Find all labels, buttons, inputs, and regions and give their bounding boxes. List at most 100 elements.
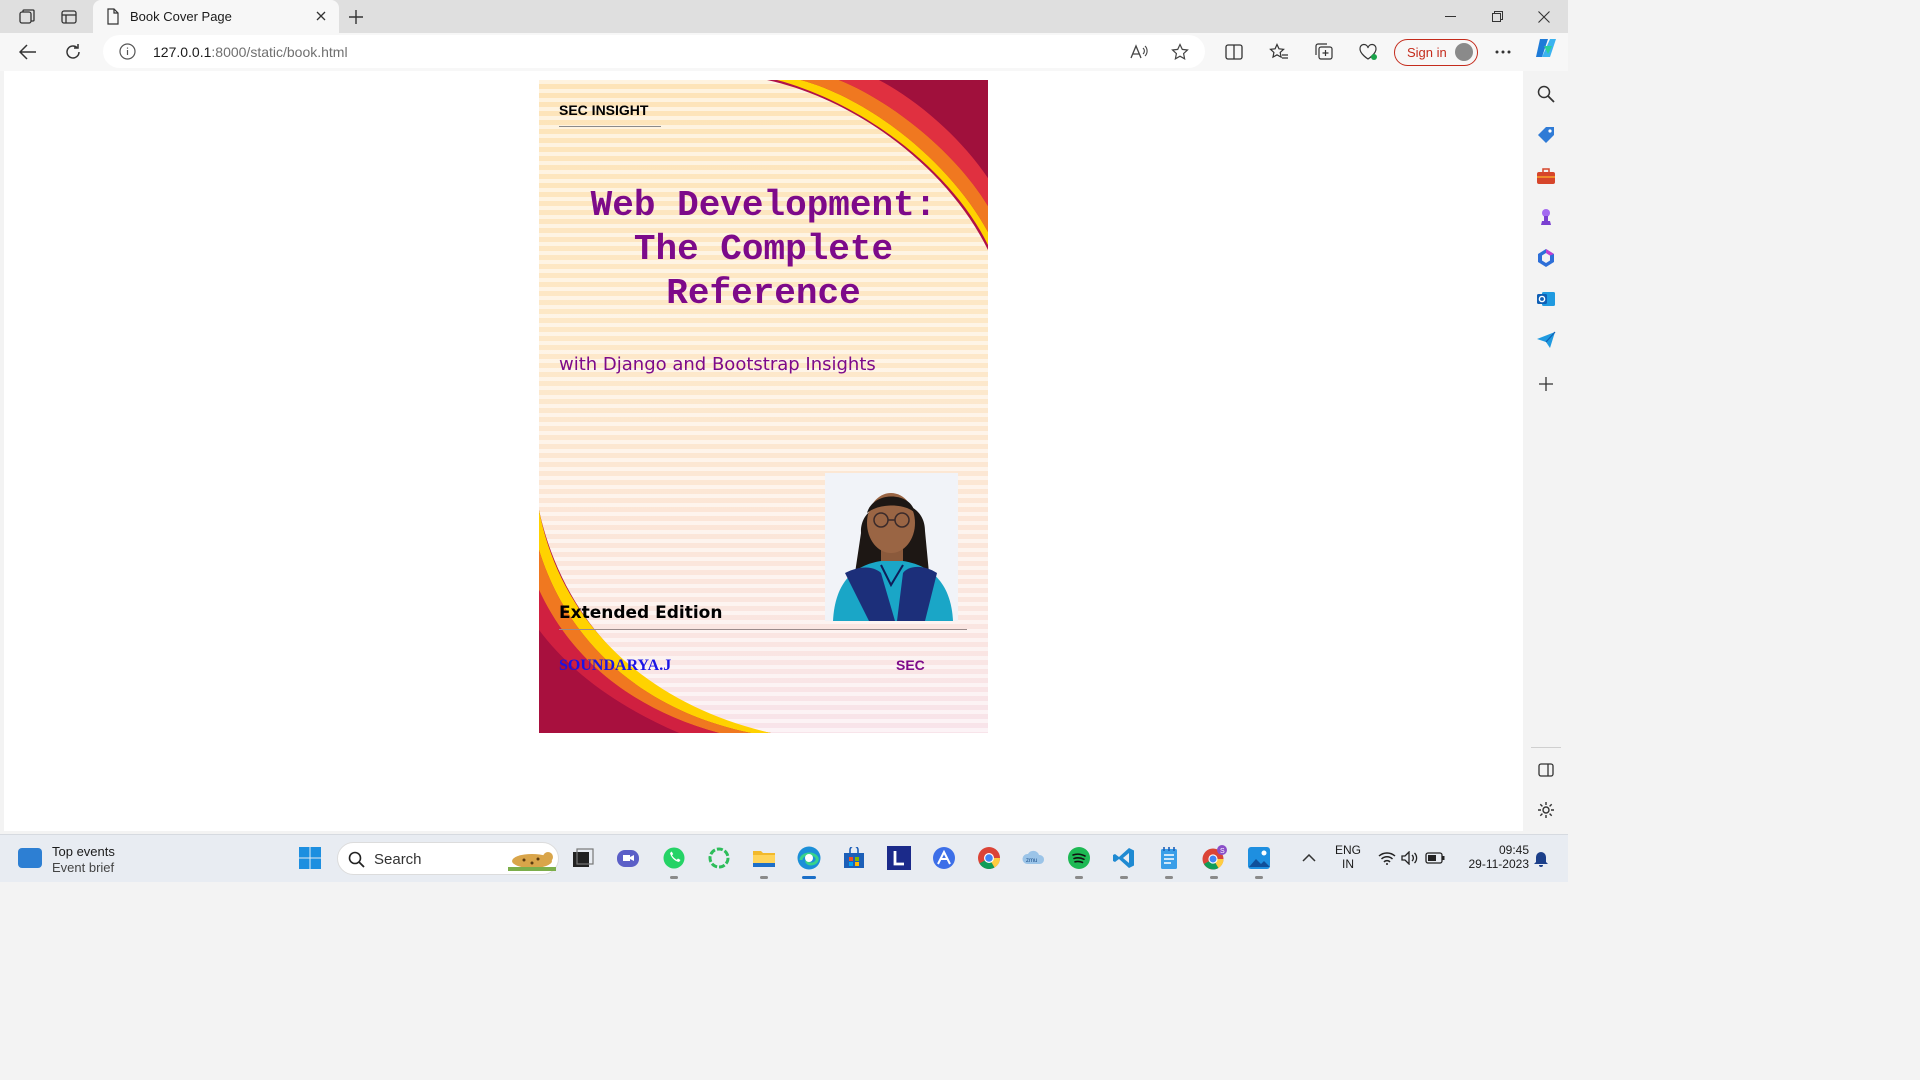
shopping-tag-icon[interactable] bbox=[1535, 124, 1557, 146]
running-indicator bbox=[1210, 876, 1218, 879]
chrome-icon[interactable] bbox=[976, 845, 1002, 871]
browser-essentials-icon[interactable] bbox=[1353, 38, 1383, 66]
url-text[interactable]: 127.0.0.1:8000/static/book.html bbox=[153, 44, 348, 60]
split-screen-icon[interactable] bbox=[1219, 38, 1249, 66]
windows-start-icon[interactable] bbox=[297, 845, 323, 871]
more-options-icon[interactable] bbox=[1488, 38, 1518, 66]
search-icon bbox=[348, 851, 365, 873]
publisher-underline bbox=[559, 126, 661, 127]
language-code: ENG bbox=[1334, 843, 1361, 857]
edition-divider bbox=[559, 629, 967, 630]
arc-app-icon[interactable] bbox=[931, 845, 957, 871]
widgets-icon bbox=[18, 848, 42, 868]
search-highlight-leopard-icon bbox=[508, 847, 556, 876]
url-host: 127.0.0.1 bbox=[153, 44, 212, 60]
tab-book-cover[interactable]: Book Cover Page bbox=[93, 0, 339, 33]
microsoft-365-icon[interactable] bbox=[1535, 247, 1557, 269]
news-widget-title: Top events bbox=[52, 844, 115, 859]
outlook-icon[interactable] bbox=[1535, 288, 1557, 310]
hide-sidebar-icon[interactable] bbox=[1535, 759, 1557, 781]
chrome-profile-icon[interactable]: S bbox=[1201, 845, 1227, 879]
book-title-line: Reference bbox=[666, 273, 861, 314]
news-widget[interactable]: Top events Event brief bbox=[18, 842, 158, 876]
show-hidden-icons-chevron-icon[interactable] bbox=[1296, 845, 1322, 871]
refresh-button[interactable] bbox=[58, 38, 88, 66]
minimize-button[interactable] bbox=[1427, 0, 1473, 33]
close-tab-icon[interactable] bbox=[311, 6, 331, 26]
tab-title: Book Cover Page bbox=[130, 9, 232, 24]
language-indicator[interactable]: ENG IN bbox=[1331, 843, 1365, 871]
collections-icon[interactable] bbox=[1309, 38, 1339, 66]
taskbar-search-box[interactable]: Search bbox=[337, 842, 559, 875]
microsoft-store-icon[interactable] bbox=[841, 845, 867, 871]
whatsapp-icon[interactable] bbox=[661, 845, 687, 879]
cover-swoosh-decoration bbox=[539, 80, 988, 733]
running-indicator bbox=[1075, 876, 1083, 879]
restore-button[interactable] bbox=[1474, 0, 1520, 33]
task-view-icon[interactable] bbox=[570, 845, 596, 871]
site-info-icon[interactable] bbox=[119, 43, 136, 65]
address-bar[interactable]: 127.0.0.1:8000/static/book.html bbox=[103, 35, 1205, 68]
tab-bar: Book Cover Page bbox=[0, 0, 1568, 33]
running-indicator bbox=[1120, 876, 1128, 879]
running-indicator bbox=[760, 876, 768, 879]
running-indicator bbox=[670, 876, 678, 879]
clock[interactable]: 09:45 29-11-2023 bbox=[1453, 843, 1530, 871]
vscode-icon[interactable] bbox=[1111, 845, 1137, 879]
photos-icon[interactable] bbox=[1246, 845, 1272, 879]
volume-icon[interactable] bbox=[1397, 845, 1423, 871]
search-icon[interactable] bbox=[1535, 83, 1557, 105]
book-title: Web Development: The Complete Reference bbox=[539, 184, 988, 316]
spotify-icon[interactable] bbox=[1066, 845, 1092, 879]
new-tab-button[interactable] bbox=[344, 5, 368, 29]
search-label: Search bbox=[374, 851, 422, 868]
navigation-bar: 127.0.0.1:8000/static/book.html Sign in bbox=[0, 33, 1568, 71]
sign-in-label: Sign in bbox=[1407, 45, 1447, 60]
copilot-icon[interactable] bbox=[1534, 36, 1558, 60]
battery-icon[interactable] bbox=[1422, 845, 1448, 871]
teams-meet-icon[interactable] bbox=[615, 845, 641, 871]
sign-in-button[interactable]: Sign in bbox=[1394, 39, 1478, 66]
author-name: SOUNDARYA.J bbox=[559, 657, 672, 674]
svg-text:S: S bbox=[1220, 848, 1225, 855]
read-aloud-icon[interactable] bbox=[1128, 41, 1150, 63]
url-path: :8000/static/book.html bbox=[211, 44, 348, 60]
publisher-label: SEC INSIGHT bbox=[559, 102, 649, 118]
workspaces-icon[interactable] bbox=[13, 5, 41, 29]
active-indicator bbox=[802, 876, 816, 879]
circle-app-icon[interactable] bbox=[706, 845, 732, 871]
edition-label: Extended Edition bbox=[559, 603, 723, 623]
add-sidebar-app-icon[interactable] bbox=[1535, 373, 1557, 395]
edge-browser-icon[interactable] bbox=[796, 845, 822, 879]
svg-text:zmu: zmu bbox=[1026, 858, 1037, 864]
l-app-icon[interactable] bbox=[886, 845, 912, 871]
book-cover: SEC INSIGHT Web Development: The Complet… bbox=[539, 80, 988, 733]
document-icon bbox=[106, 8, 120, 30]
book-title-line: Web Development: bbox=[590, 185, 937, 226]
games-chess-icon[interactable] bbox=[1535, 206, 1557, 228]
profile-avatar-icon bbox=[1455, 43, 1473, 61]
back-button[interactable] bbox=[13, 38, 43, 66]
tools-briefcase-icon[interactable] bbox=[1535, 165, 1557, 187]
clock-date: 29-11-2023 bbox=[1468, 857, 1530, 871]
clock-time: 09:45 bbox=[1498, 843, 1529, 857]
web-page: SEC INSIGHT Web Development: The Complet… bbox=[4, 71, 1523, 831]
vertical-tabs-icon[interactable] bbox=[55, 5, 83, 29]
sidebar-settings-gear-icon[interactable] bbox=[1535, 799, 1557, 821]
notification-bell-icon[interactable] bbox=[1528, 845, 1554, 871]
book-subtitle: with Django and Bootstrap Insights bbox=[559, 354, 876, 375]
close-window-button[interactable] bbox=[1521, 0, 1567, 33]
favorites-icon[interactable] bbox=[1264, 38, 1294, 66]
windows-taskbar: Top events Event brief Search zmu S ENG … bbox=[0, 834, 1568, 882]
notepad-icon[interactable] bbox=[1156, 845, 1182, 879]
author-photo bbox=[825, 473, 958, 621]
send-paper-plane-icon[interactable] bbox=[1535, 329, 1557, 351]
region-code: IN bbox=[1342, 857, 1354, 871]
sidebar-divider bbox=[1531, 747, 1561, 748]
institution-label: SEC bbox=[896, 657, 925, 673]
edge-sidebar bbox=[1523, 71, 1568, 831]
favorite-star-icon[interactable] bbox=[1169, 41, 1191, 63]
running-indicator bbox=[1255, 876, 1263, 879]
cloud-app-icon[interactable]: zmu bbox=[1021, 845, 1047, 871]
file-explorer-icon[interactable] bbox=[751, 845, 777, 879]
